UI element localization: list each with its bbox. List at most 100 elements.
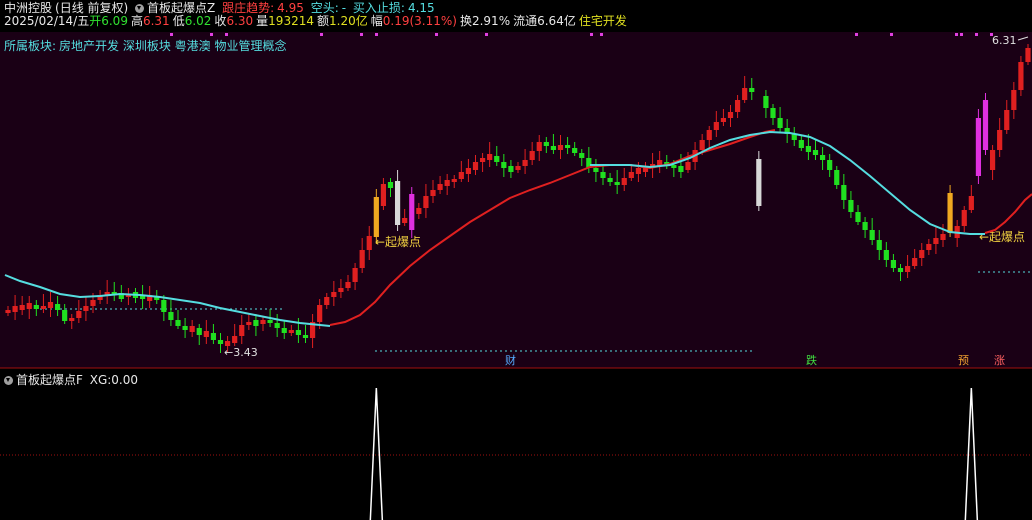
candle-body xyxy=(317,305,323,322)
candle-body xyxy=(76,311,82,318)
sector-bar: 所属板块: 房地产开发 深圳板块 粤港澳 物业管理概念 xyxy=(4,38,290,54)
event-marker xyxy=(960,33,963,36)
candle-body xyxy=(12,306,18,312)
kline-chart[interactable]: 6.31 ←3.43 ←起爆点 ←起爆点 财 跌 预 涨 xyxy=(0,0,1032,520)
candle-body xyxy=(402,218,408,223)
candle-body xyxy=(819,155,826,160)
candle-body xyxy=(713,122,719,130)
candle-body xyxy=(487,154,493,160)
event-yu[interactable]: 预 xyxy=(958,354,969,367)
candle-body xyxy=(90,300,96,306)
candle-body xyxy=(579,153,585,158)
candle-body xyxy=(997,130,1003,150)
candle-body xyxy=(515,166,521,170)
event-zhang[interactable]: 涨 xyxy=(994,354,1005,367)
candle-body xyxy=(727,112,734,118)
candle-body xyxy=(1018,62,1024,90)
candle-body xyxy=(302,335,309,338)
candle-body xyxy=(437,184,443,190)
event-marker xyxy=(600,33,603,36)
candle-body xyxy=(508,166,514,172)
price-max-label: 6.31 xyxy=(992,34,1017,47)
candle-body xyxy=(409,194,415,230)
xg-spike xyxy=(964,387,979,520)
event-marker xyxy=(485,33,488,36)
candle-body xyxy=(26,303,32,309)
candle-body xyxy=(267,320,273,323)
candle-body xyxy=(968,196,974,210)
candle-body xyxy=(83,306,89,311)
candle-body xyxy=(380,184,387,206)
candle-body xyxy=(742,88,748,100)
sub-indicator-name[interactable]: 首板起爆点F xyxy=(16,373,83,387)
candle-body xyxy=(812,150,819,155)
candle-body xyxy=(394,181,401,225)
candle-body xyxy=(232,336,238,343)
candle-body xyxy=(175,320,181,326)
candle-body xyxy=(373,197,379,237)
candle-body xyxy=(331,292,337,297)
event-marker xyxy=(210,33,213,36)
event-marker xyxy=(225,33,228,36)
xg-label: XG: xyxy=(89,373,112,387)
candle-body xyxy=(621,178,627,185)
event-die[interactable]: 跌 xyxy=(806,353,817,367)
candle-body xyxy=(62,310,68,321)
event-marker xyxy=(855,33,858,36)
candle-body xyxy=(189,326,195,332)
candle-body xyxy=(635,168,642,174)
candle-body xyxy=(550,146,557,150)
candle-body xyxy=(253,320,259,326)
candle-body xyxy=(529,151,535,160)
candle-body xyxy=(196,328,202,335)
event-marker xyxy=(890,33,893,36)
candle-body xyxy=(841,185,847,200)
candle-body xyxy=(472,162,479,170)
main-panel-bg xyxy=(0,32,1032,368)
candle-body xyxy=(168,312,174,320)
candle-body xyxy=(1004,110,1010,130)
sector-items[interactable]: 房地产开发 深圳板块 粤港澳 物业管理概念 xyxy=(59,39,286,53)
event-cai[interactable]: 财 xyxy=(505,353,516,367)
candle-body xyxy=(1011,90,1017,110)
candle-body xyxy=(423,196,429,208)
candle-body xyxy=(989,150,996,170)
candle-body xyxy=(897,268,904,272)
candle-body xyxy=(919,250,925,258)
candle-body xyxy=(756,159,762,206)
candle-body xyxy=(536,142,542,151)
candle-body xyxy=(465,168,472,174)
candle-body xyxy=(805,146,812,152)
candle-body xyxy=(359,250,365,268)
candle-body xyxy=(203,331,209,337)
signal-label-1: ←起爆点 xyxy=(375,235,421,249)
candle-body xyxy=(600,172,606,178)
candle-body xyxy=(940,234,946,240)
candle-body xyxy=(501,162,507,168)
candle-body xyxy=(706,130,712,140)
candle-body xyxy=(274,323,280,328)
candle-body xyxy=(324,297,330,305)
candle xyxy=(982,93,989,155)
candle-body xyxy=(862,222,868,230)
dropdown-icon[interactable] xyxy=(4,376,13,385)
event-marker xyxy=(975,33,978,36)
candle-body xyxy=(848,200,854,212)
candle-body xyxy=(890,260,897,268)
candle-body xyxy=(281,328,287,333)
candle-body xyxy=(720,118,727,122)
candle-body xyxy=(671,165,677,168)
candle-body xyxy=(543,142,549,146)
candle-body xyxy=(926,244,932,250)
candle-body xyxy=(685,162,691,170)
candle-body xyxy=(904,266,911,272)
candle-body xyxy=(352,268,358,282)
candle-body xyxy=(40,306,47,309)
candle-body xyxy=(593,168,599,172)
event-marker xyxy=(435,33,438,36)
event-marker xyxy=(170,33,173,36)
candle-body xyxy=(883,250,889,260)
event-marker xyxy=(320,33,323,36)
candle xyxy=(975,109,982,184)
candle-body xyxy=(975,118,982,176)
